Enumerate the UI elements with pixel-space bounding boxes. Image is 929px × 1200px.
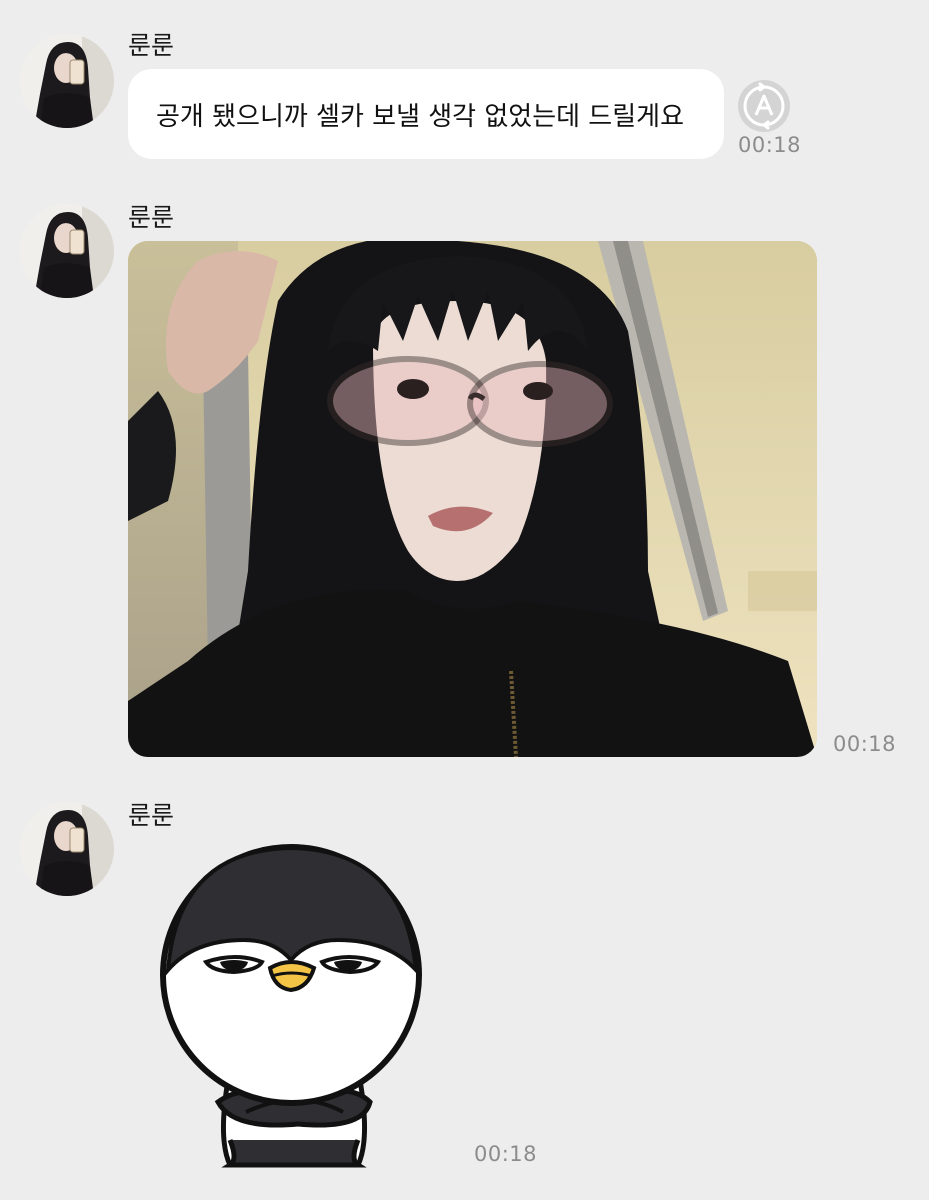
avatar-photo xyxy=(20,204,114,298)
message-time: 00:18 xyxy=(833,732,897,756)
sender-name: 룬룬 xyxy=(128,31,175,60)
translate-icon xyxy=(743,82,785,130)
avatar[interactable] xyxy=(20,802,114,896)
message-2: 룬룬 00:18 xyxy=(0,170,929,770)
message-1: 룬룬 공개 됐으니까 셀카 보낼 생각 없었는데 드릴게요 00:18 xyxy=(0,0,929,170)
avatar-photo xyxy=(20,802,114,896)
photo-image xyxy=(128,241,817,757)
selfie-photo[interactable] xyxy=(128,241,817,757)
sender-name: 룬룬 xyxy=(128,801,175,830)
penguin-sticker-icon xyxy=(160,844,422,1168)
sender-name: 룬룬 xyxy=(128,203,175,232)
penguin-sticker[interactable] xyxy=(158,840,428,1170)
message-bubble[interactable]: 공개 됐으니까 셀카 보낼 생각 없었는데 드릴게요 xyxy=(128,69,724,159)
message-3: 룬룬 00:18 xyxy=(0,770,929,1200)
message-time: 00:18 xyxy=(738,133,802,157)
avatar[interactable] xyxy=(20,34,114,128)
translate-button[interactable] xyxy=(738,80,790,132)
avatar[interactable] xyxy=(20,204,114,298)
message-time: 00:18 xyxy=(474,1142,538,1166)
avatar-photo xyxy=(20,34,114,128)
